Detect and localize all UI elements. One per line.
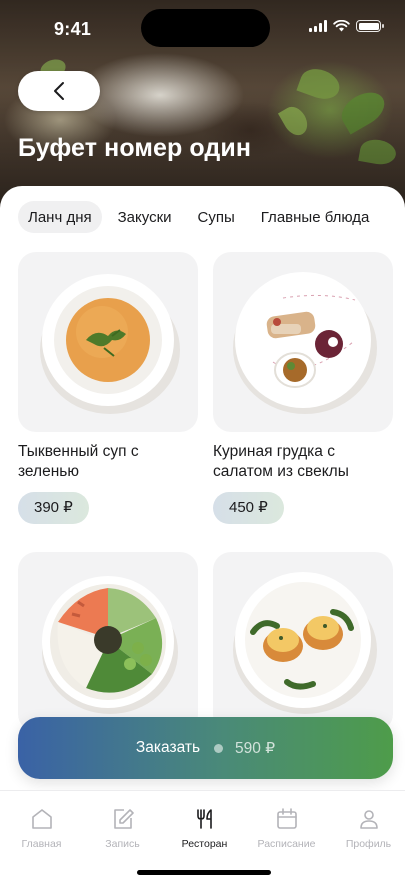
dish-card[interactable]: Тыквенный суп с зеленью 390 ₽ xyxy=(18,252,198,524)
cutlery-icon xyxy=(196,809,212,829)
home-indicator xyxy=(137,870,271,875)
dish-card[interactable]: Куриная грудка с салатом из свеклы 450 ₽ xyxy=(213,252,393,524)
order-total: 590 ₽ xyxy=(235,739,276,757)
content-sheet: Ланч дня Закуски Супы Главные блюда Тыкв… xyxy=(0,186,405,888)
nav-item-home[interactable]: Главная xyxy=(1,807,82,850)
dish-name: Тыквенный суп с зеленью xyxy=(18,443,139,480)
nav-item-schedule[interactable]: Расписание xyxy=(246,807,327,850)
status-icons xyxy=(309,20,384,32)
nav-item-restaurant[interactable]: Ресторан xyxy=(164,807,245,850)
dish-price: 450 ₽ xyxy=(213,492,284,524)
order-button[interactable]: Заказать 590 ₽ xyxy=(18,717,393,779)
dish-card[interactable] xyxy=(213,552,393,732)
nav-item-profile[interactable]: Профиль xyxy=(328,807,405,850)
nav-label: Профиль xyxy=(345,838,392,850)
dish-card[interactable] xyxy=(18,552,198,732)
nav-label: Ресторан xyxy=(181,838,228,850)
dish-photo-chicken-beet-salad xyxy=(213,252,393,432)
order-label: Заказать xyxy=(135,739,201,756)
dish-name: Куриная грудка с салатом из свеклы xyxy=(213,443,349,480)
calendar-icon xyxy=(276,808,297,829)
back-button[interactable] xyxy=(18,71,100,111)
dish-photo-poke-bowl xyxy=(18,552,198,732)
tab-appetizers[interactable]: Закуски xyxy=(108,201,182,233)
signal-icon xyxy=(309,20,327,32)
tab-soups[interactable]: Супы xyxy=(188,201,245,233)
dish-photo-eggs-benedict xyxy=(213,552,393,732)
status-time: 9:41 xyxy=(54,19,92,39)
dish-price: 390 ₽ xyxy=(18,492,89,524)
nav-item-booking[interactable]: Запись xyxy=(82,807,163,850)
status-bar: 9:41 xyxy=(0,0,405,54)
battery-icon xyxy=(356,20,384,32)
nav-label: Главная xyxy=(21,838,62,850)
tab-main-dishes[interactable]: Главные блюда xyxy=(251,201,380,233)
bottom-navigation: Главная Запись Ресторан Расписание Профи… xyxy=(0,790,405,888)
category-tabs: Ланч дня Закуски Супы Главные блюда xyxy=(18,201,385,233)
nav-label: Запись xyxy=(105,838,140,850)
nav-label: Расписание xyxy=(257,838,316,850)
separator-dot xyxy=(214,743,224,753)
tab-lunch[interactable]: Ланч дня xyxy=(18,201,102,233)
edit-icon xyxy=(113,809,134,829)
home-icon xyxy=(31,809,52,829)
chevron-left-icon xyxy=(54,82,64,100)
wifi-icon xyxy=(333,20,350,32)
dynamic-island xyxy=(141,9,270,47)
dish-photo-pumpkin-soup xyxy=(18,252,198,432)
page-title: Буфет номер один xyxy=(18,134,252,162)
profile-icon xyxy=(359,810,378,829)
